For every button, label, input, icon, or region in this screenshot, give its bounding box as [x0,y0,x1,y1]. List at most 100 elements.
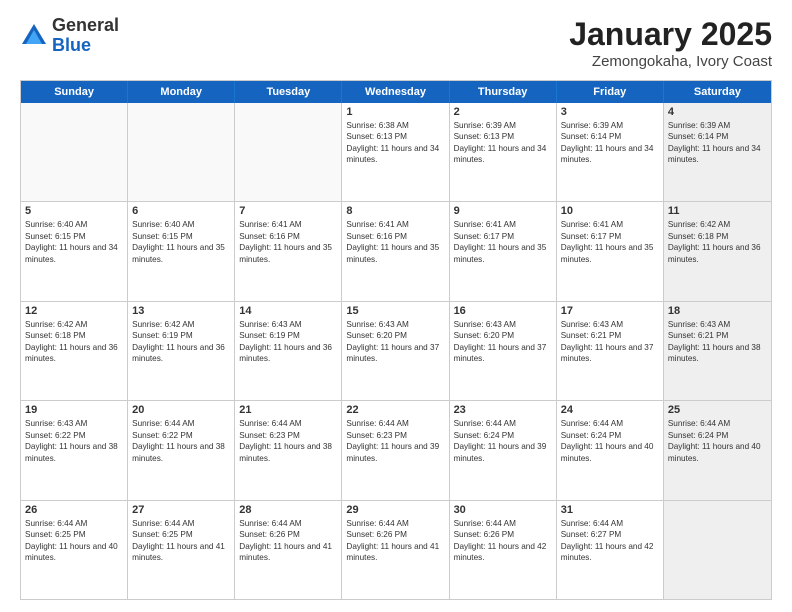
day-number: 23 [454,404,552,416]
day-number: 17 [561,305,659,317]
day-info: Sunrise: 6:43 AMSunset: 6:19 PMDaylight:… [239,319,337,365]
day-info: Sunrise: 6:39 AMSunset: 6:14 PMDaylight:… [668,120,767,166]
day-number: 11 [668,205,767,217]
day-number: 30 [454,504,552,516]
calendar-cell: 13Sunrise: 6:42 AMSunset: 6:19 PMDayligh… [128,302,235,400]
calendar-cell: 3 Sunrise: 6:39 AMSunset: 6:14 PMDaylight… [557,103,664,201]
calendar-header-cell: Tuesday [235,81,342,103]
day-number: 4 [668,106,767,118]
calendar-cell: 11 Sunrise: 6:42 AMSunset: 6:18 PMDayligh… [664,202,771,300]
day-info: Sunrise: 6:43 AMSunset: 6:20 PMDaylight:… [346,319,444,365]
day-info: Sunrise: 6:42 AMSunset: 6:18 PMDaylight:… [668,219,767,265]
calendar-cell: 20 Sunrise: 6:44 AMSunset: 6:22 PMDayligh… [128,401,235,499]
calendar-cell: 12Sunrise: 6:42 AMSunset: 6:18 PMDayligh… [21,302,128,400]
calendar-cell: 5 Sunrise: 6:40 AMSunset: 6:15 PMDaylight… [21,202,128,300]
calendar-cell: 16 Sunrise: 6:43 AMSunset: 6:20 PMDayligh… [450,302,557,400]
calendar-row: 26 Sunrise: 6:44 AMSunset: 6:25 PMDayligh… [21,501,771,599]
day-info: Sunrise: 6:42 AMSunset: 6:18 PMDaylight:… [25,319,123,365]
day-number: 22 [346,404,444,416]
calendar-cell [21,103,128,201]
calendar-header-cell: Friday [557,81,664,103]
day-info: Sunrise: 6:43 AMSunset: 6:21 PMDaylight:… [561,319,659,365]
calendar-row: 1 Sunrise: 6:38 AMSunset: 6:13 PMDaylight… [21,103,771,202]
logo-icon [20,22,48,50]
calendar-header: SundayMondayTuesdayWednesdayThursdayFrid… [21,81,771,103]
header: General Blue January 2025 Zemongokaha, I… [20,16,772,70]
day-info: Sunrise: 6:44 AMSunset: 6:27 PMDaylight:… [561,518,659,564]
logo-general: General [52,16,119,36]
day-number: 24 [561,404,659,416]
day-number: 19 [25,404,123,416]
day-number: 28 [239,504,337,516]
day-number: 10 [561,205,659,217]
day-info: Sunrise: 6:39 AMSunset: 6:14 PMDaylight:… [561,120,659,166]
calendar-cell: 25 Sunrise: 6:44 AMSunset: 6:24 PMDayligh… [664,401,771,499]
calendar-row: 5 Sunrise: 6:40 AMSunset: 6:15 PMDaylight… [21,202,771,301]
day-info: Sunrise: 6:44 AMSunset: 6:23 PMDaylight:… [239,418,337,464]
title-block: January 2025 Zemongokaha, Ivory Coast [569,16,772,70]
day-number: 9 [454,205,552,217]
calendar-header-cell: Monday [128,81,235,103]
day-info: Sunrise: 6:44 AMSunset: 6:25 PMDaylight:… [25,518,123,564]
calendar-cell [128,103,235,201]
day-number: 6 [132,205,230,217]
day-info: Sunrise: 6:44 AMSunset: 6:24 PMDaylight:… [561,418,659,464]
calendar-cell: 28 Sunrise: 6:44 AMSunset: 6:26 PMDayligh… [235,501,342,599]
calendar-cell: 30 Sunrise: 6:44 AMSunset: 6:26 PMDayligh… [450,501,557,599]
calendar-cell: 18 Sunrise: 6:43 AMSunset: 6:21 PMDayligh… [664,302,771,400]
day-number: 25 [668,404,767,416]
logo-text: General Blue [52,16,119,56]
calendar-cell: 9 Sunrise: 6:41 AMSunset: 6:17 PMDaylight… [450,202,557,300]
calendar-header-cell: Saturday [664,81,771,103]
calendar-cell: 24 Sunrise: 6:44 AMSunset: 6:24 PMDayligh… [557,401,664,499]
logo-blue: Blue [52,36,119,56]
day-number: 31 [561,504,659,516]
calendar-cell: 19 Sunrise: 6:43 AMSunset: 6:22 PMDayligh… [21,401,128,499]
page: General Blue January 2025 Zemongokaha, I… [0,0,792,612]
calendar: SundayMondayTuesdayWednesdayThursdayFrid… [20,80,772,600]
calendar-cell [664,501,771,599]
day-info: Sunrise: 6:40 AMSunset: 6:15 PMDaylight:… [132,219,230,265]
day-number: 3 [561,106,659,118]
day-info: Sunrise: 6:44 AMSunset: 6:22 PMDaylight:… [132,418,230,464]
day-number: 8 [346,205,444,217]
day-info: Sunrise: 6:44 AMSunset: 6:25 PMDaylight:… [132,518,230,564]
day-number: 18 [668,305,767,317]
day-info: Sunrise: 6:43 AMSunset: 6:22 PMDaylight:… [25,418,123,464]
calendar-cell [235,103,342,201]
day-number: 21 [239,404,337,416]
day-info: Sunrise: 6:44 AMSunset: 6:26 PMDaylight:… [454,518,552,564]
day-info: Sunrise: 6:44 AMSunset: 6:26 PMDaylight:… [239,518,337,564]
calendar-cell: 21 Sunrise: 6:44 AMSunset: 6:23 PMDayligh… [235,401,342,499]
calendar-row: 12Sunrise: 6:42 AMSunset: 6:18 PMDayligh… [21,302,771,401]
day-number: 27 [132,504,230,516]
calendar-cell: 10Sunrise: 6:41 AMSunset: 6:17 PMDayligh… [557,202,664,300]
day-number: 1 [346,106,444,118]
day-number: 14 [239,305,337,317]
day-info: Sunrise: 6:41 AMSunset: 6:17 PMDaylight:… [454,219,552,265]
day-info: Sunrise: 6:43 AMSunset: 6:20 PMDaylight:… [454,319,552,365]
day-number: 20 [132,404,230,416]
day-number: 26 [25,504,123,516]
calendar-cell: 7Sunrise: 6:41 AMSunset: 6:16 PMDaylight… [235,202,342,300]
calendar-cell: 4 Sunrise: 6:39 AMSunset: 6:14 PMDaylight… [664,103,771,201]
day-info: Sunrise: 6:40 AMSunset: 6:15 PMDaylight:… [25,219,123,265]
day-number: 29 [346,504,444,516]
calendar-cell: 31 Sunrise: 6:44 AMSunset: 6:27 PMDayligh… [557,501,664,599]
calendar-cell: 17 Sunrise: 6:43 AMSunset: 6:21 PMDayligh… [557,302,664,400]
day-info: Sunrise: 6:43 AMSunset: 6:21 PMDaylight:… [668,319,767,365]
calendar-cell: 26 Sunrise: 6:44 AMSunset: 6:25 PMDayligh… [21,501,128,599]
day-info: Sunrise: 6:44 AMSunset: 6:24 PMDaylight:… [454,418,552,464]
calendar-cell: 2Sunrise: 6:39 AMSunset: 6:13 PMDaylight… [450,103,557,201]
page-title: January 2025 [569,16,772,53]
day-info: Sunrise: 6:44 AMSunset: 6:24 PMDaylight:… [668,418,767,464]
day-info: Sunrise: 6:41 AMSunset: 6:16 PMDaylight:… [239,219,337,265]
day-info: Sunrise: 6:38 AMSunset: 6:13 PMDaylight:… [346,120,444,166]
day-number: 16 [454,305,552,317]
calendar-header-cell: Wednesday [342,81,449,103]
day-info: Sunrise: 6:39 AMSunset: 6:13 PMDaylight:… [454,120,552,166]
calendar-cell: 23 Sunrise: 6:44 AMSunset: 6:24 PMDayligh… [450,401,557,499]
day-number: 5 [25,205,123,217]
day-info: Sunrise: 6:44 AMSunset: 6:26 PMDaylight:… [346,518,444,564]
calendar-body: 1 Sunrise: 6:38 AMSunset: 6:13 PMDaylight… [21,103,771,599]
